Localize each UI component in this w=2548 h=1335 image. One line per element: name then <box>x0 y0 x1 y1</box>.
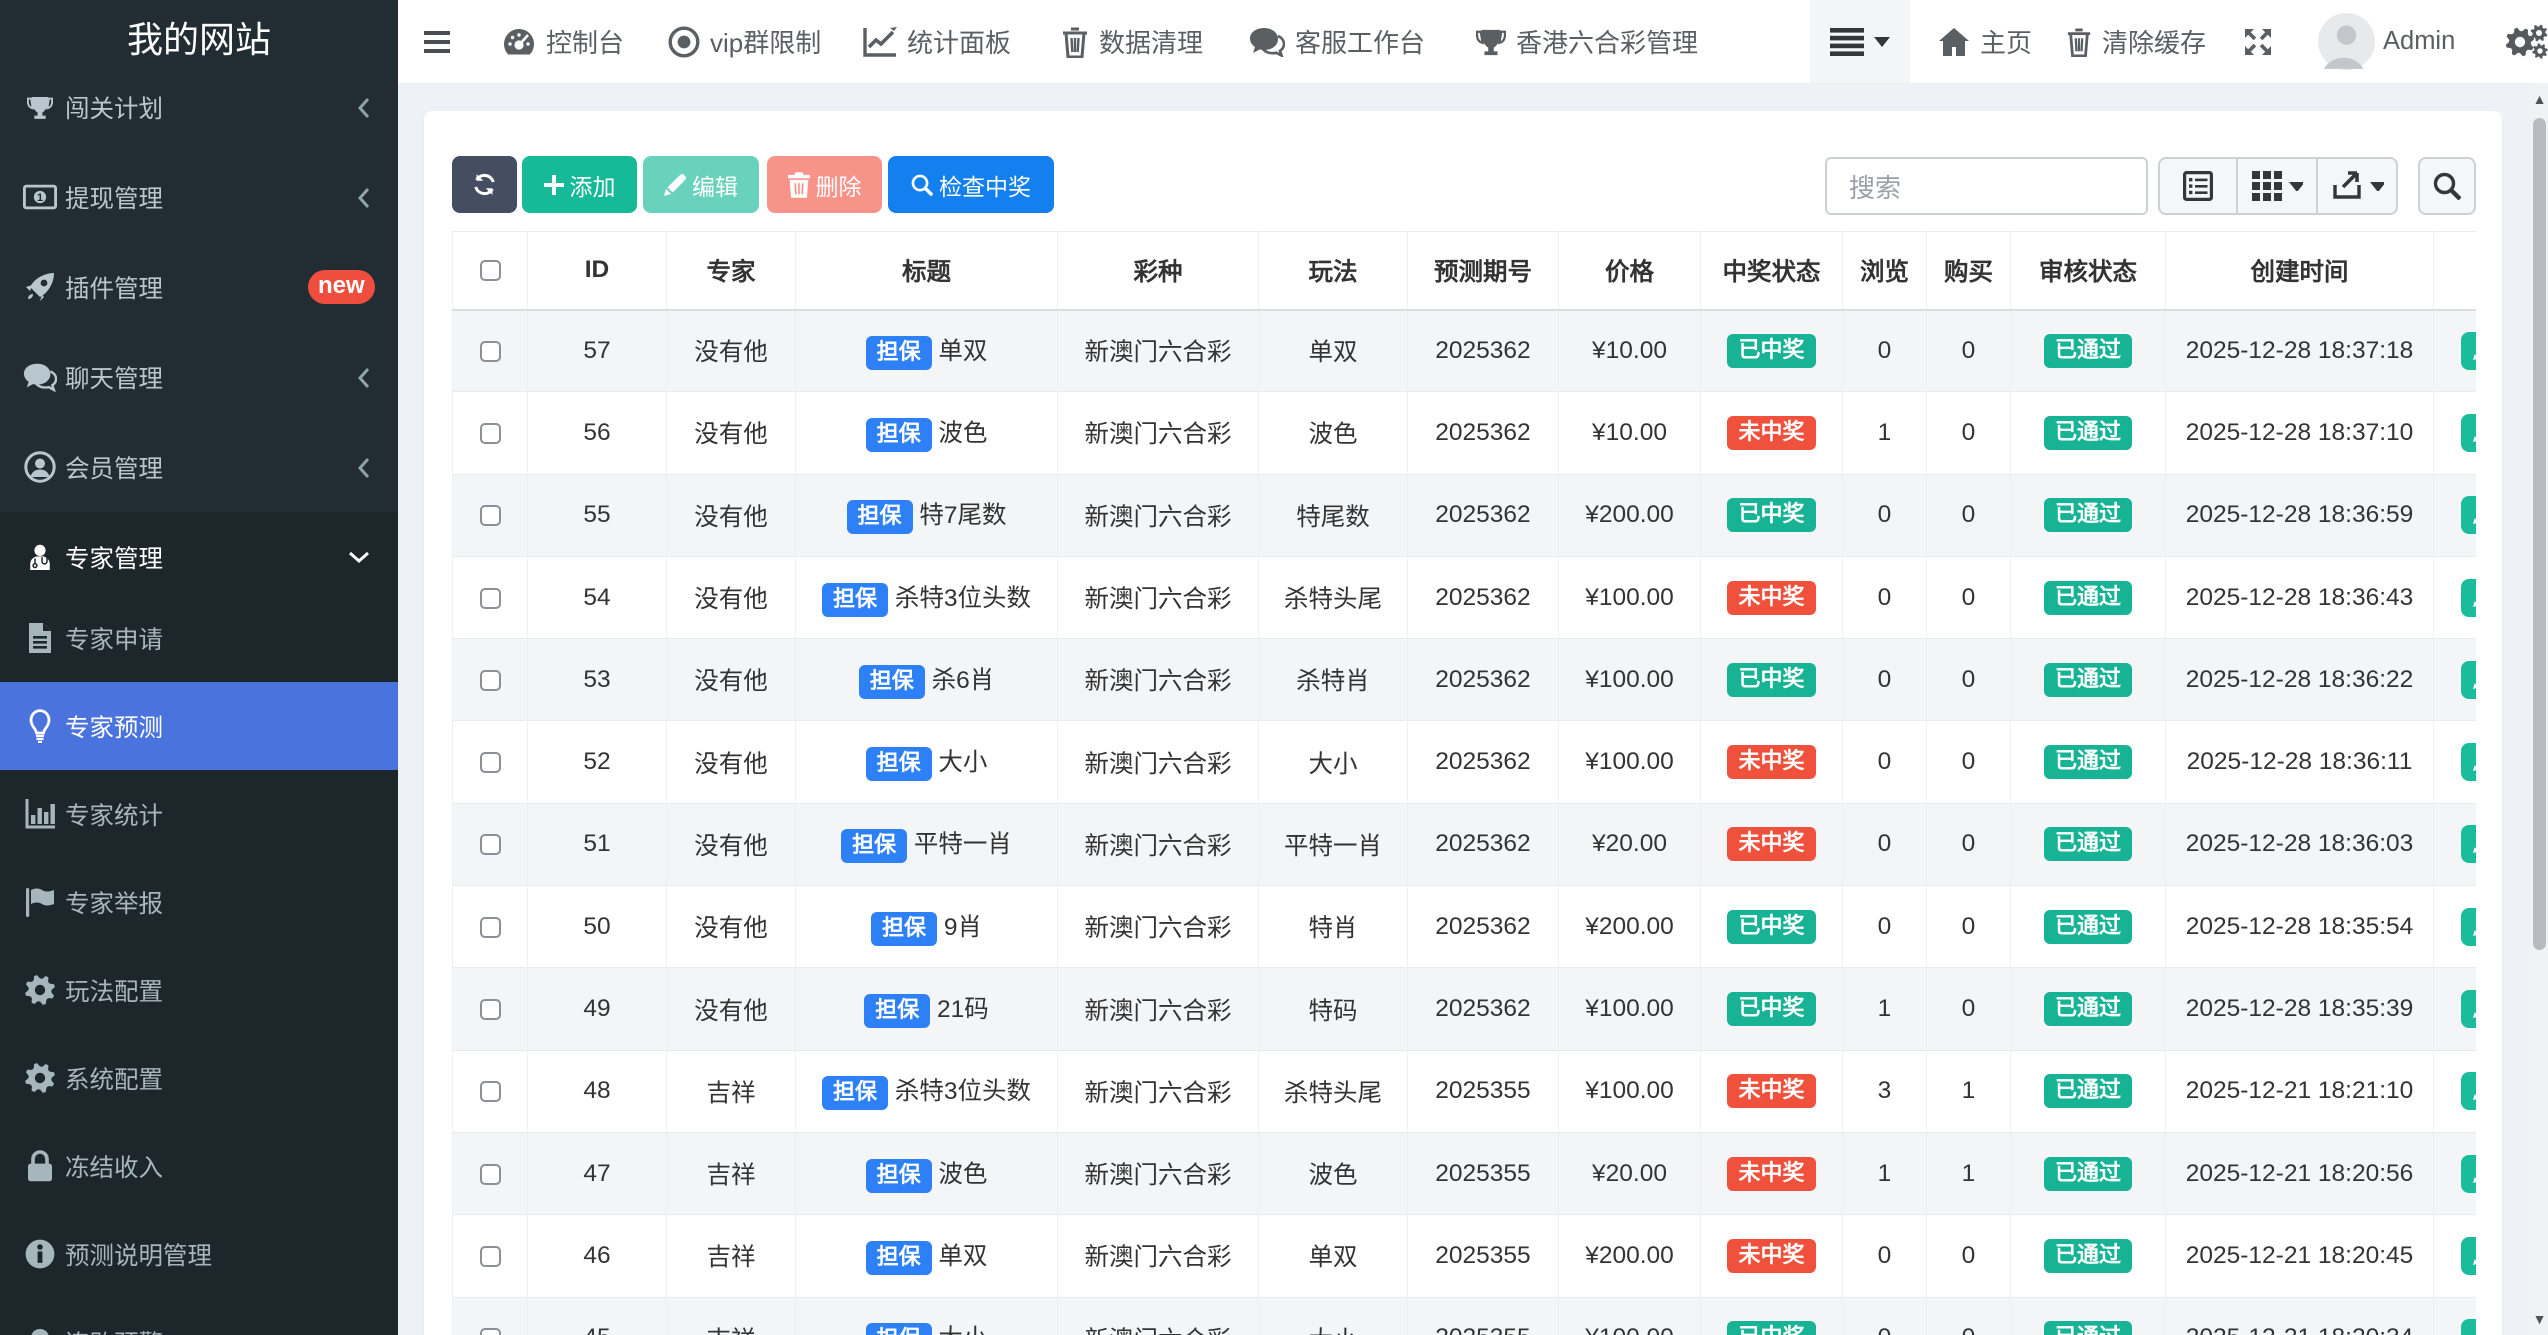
svg-text:1: 1 <box>37 192 43 204</box>
